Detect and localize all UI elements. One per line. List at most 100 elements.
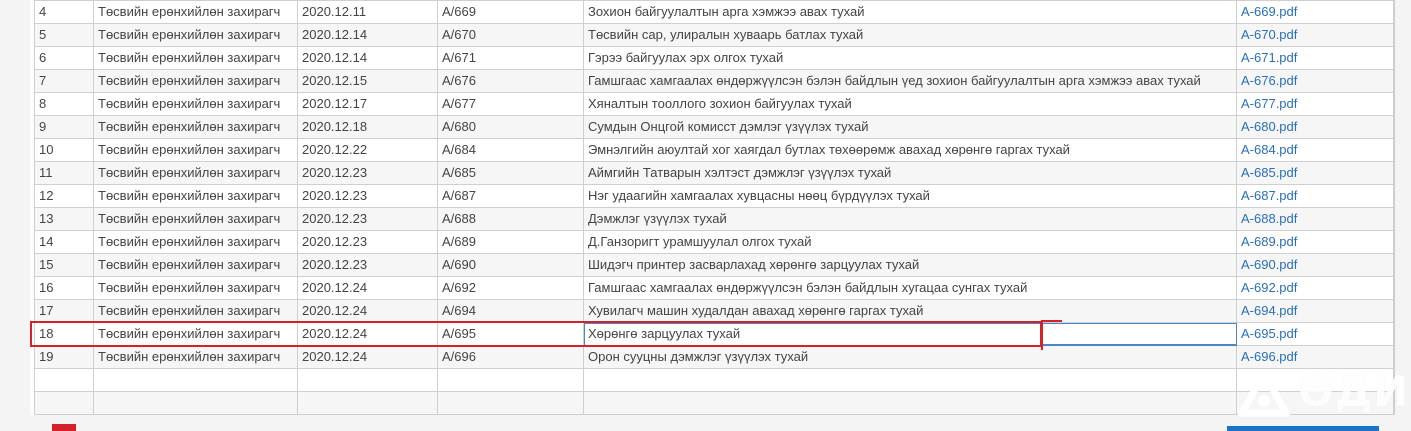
- file-link[interactable]: A-687.pdf: [1236, 184, 1394, 208]
- file-link[interactable]: A-692.pdf: [1236, 276, 1394, 300]
- empty-cell: [583, 368, 1237, 392]
- empty-cell: [297, 368, 438, 392]
- table-row[interactable]: 5 Төсвийн ерөнхийлөн захирагч 2020.12.14 А/…: [34, 23, 1394, 47]
- file-link[interactable]: A-695.pdf: [1236, 322, 1394, 346]
- file-link[interactable]: A-676.pdf: [1236, 69, 1394, 93]
- file-link[interactable]: A-690.pdf: [1236, 253, 1394, 277]
- order-code-cell: А/690: [437, 253, 584, 277]
- row-number-cell: 16: [34, 276, 94, 300]
- author-cell: Төсвийн ерөнхийлөн захирагч: [93, 69, 298, 93]
- author-cell: Төсвийн ерөнхийлөн захирагч: [93, 23, 298, 47]
- empty-row: [34, 391, 1394, 415]
- file-link[interactable]: A-677.pdf: [1236, 92, 1394, 116]
- title-cell[interactable]: Гамшгаас хамгаалах өндөржүүлсэн бэлэн ба…: [583, 276, 1237, 300]
- file-link[interactable]: A-684.pdf: [1236, 138, 1394, 162]
- table-row[interactable]: 11 Төсвийн ерөнхийлөн захирагч 2020.12.23 А…: [34, 161, 1394, 185]
- empty-cell: [34, 391, 94, 415]
- author-cell: Төсвийн ерөнхийлөн захирагч: [93, 161, 298, 185]
- table-row[interactable]: 14 Төсвийн ерөнхийлөн захирагч 2020.12.23 А…: [34, 230, 1394, 254]
- title-cell[interactable]: Хяналтын тооллого зохион байгуулах тухай: [583, 92, 1237, 116]
- author-cell: Төсвийн ерөнхийлөн захирагч: [93, 184, 298, 208]
- file-link[interactable]: A-688.pdf: [1236, 207, 1394, 231]
- order-code-cell: А/692: [437, 276, 584, 300]
- title-cell[interactable]: Эмнэлгийн аюултай хог хаягдал бутлах төх…: [583, 138, 1237, 162]
- date-cell: 2020.12.23: [297, 253, 438, 277]
- date-cell: 2020.12.24: [297, 322, 438, 346]
- order-code-cell: А/695: [437, 322, 584, 346]
- row-number-cell: 13: [34, 207, 94, 231]
- title-cell[interactable]: Гамшгаас хамгаалах өндөржүүлсэн бэлэн ба…: [583, 69, 1237, 93]
- title-cell[interactable]: Дэмжлэг үзүүлэх тухай: [583, 207, 1237, 231]
- highlight-annotation-tick: [1041, 320, 1043, 350]
- author-cell: Төсвийн ерөнхийлөн захирагч: [93, 207, 298, 231]
- title-cell[interactable]: Хувилагч машин худалдан авахад хөрөнгө г…: [583, 299, 1237, 323]
- empty-cell: [583, 391, 1237, 415]
- title-cell[interactable]: Сумдын Онцгой комисст дэмлэг үзүүлэх тух…: [583, 115, 1237, 139]
- order-code-cell: А/670: [437, 23, 584, 47]
- row-number-cell: 7: [34, 69, 94, 93]
- title-cell[interactable]: Зохион байгуулалтын арга хэмжээ авах тух…: [583, 0, 1237, 24]
- date-cell: 2020.12.23: [297, 161, 438, 185]
- author-cell: Төсвийн ерөнхийлөн захирагч: [93, 92, 298, 116]
- title-cell[interactable]: Аймгийн Татварын хэлтэст дэмжлэг үзүүлэх…: [583, 161, 1237, 185]
- empty-cell: [437, 368, 584, 392]
- file-link[interactable]: A-670.pdf: [1236, 23, 1394, 47]
- action-button[interactable]: [1227, 426, 1379, 431]
- row-number-cell: 18: [34, 322, 94, 346]
- row-number-cell: 17: [34, 299, 94, 323]
- date-cell: 2020.12.18: [297, 115, 438, 139]
- order-code-cell: А/677: [437, 92, 584, 116]
- empty-cell: [93, 368, 298, 392]
- author-cell: Төсвийн ерөнхийлөн захирагч: [93, 115, 298, 139]
- table-row[interactable]: 15 Төсвийн ерөнхийлөн захирагч 2020.12.23 А…: [34, 253, 1394, 277]
- date-cell: 2020.12.22: [297, 138, 438, 162]
- file-link[interactable]: A-680.pdf: [1236, 115, 1394, 139]
- date-cell: 2020.12.17: [297, 92, 438, 116]
- file-link[interactable]: A-694.pdf: [1236, 299, 1394, 323]
- author-cell: Төсвийн ерөнхийлөн захирагч: [93, 345, 298, 369]
- pdf-icon[interactable]: [52, 424, 76, 431]
- table-row[interactable]: 19 Төсвийн ерөнхийлөн захирагч 2020.12.24 А…: [34, 345, 1394, 369]
- title-cell[interactable]: Гэрээ байгуулах эрх олгох тухай: [583, 46, 1237, 70]
- title-cell[interactable]: Шидэгч принтер засварлахад хөрөнгө зарцу…: [583, 253, 1237, 277]
- title-cell[interactable]: Орон сууцны дэмжлэг үзүүлэх тухай: [583, 345, 1237, 369]
- table-row[interactable]: 10 Төсвийн ерөнхийлөн захирагч 2020.12.22 А…: [34, 138, 1394, 162]
- table-row[interactable]: 6 Төсвийн ерөнхийлөн захирагч 2020.12.14 А/…: [34, 46, 1394, 70]
- date-cell: 2020.12.14: [297, 46, 438, 70]
- watermark-logo-icon: [1238, 369, 1290, 417]
- table-row[interactable]: 12 Төсвийн ерөнхийлөн захирагч 2020.12.23 А…: [34, 184, 1394, 208]
- title-cell[interactable]: Төсвийн сар, улиралын хуваарь батлах тух…: [583, 23, 1237, 47]
- order-code-cell: А/680: [437, 115, 584, 139]
- author-cell: Төсвийн ерөнхийлөн захирагч: [93, 276, 298, 300]
- author-cell: Төсвийн ерөнхийлөн захирагч: [93, 138, 298, 162]
- empty-cell: [34, 368, 94, 392]
- date-cell: 2020.12.24: [297, 299, 438, 323]
- table-row[interactable]: 8 Төсвийн ерөнхийлөн захирагч 2020.12.17 А/…: [34, 92, 1394, 116]
- title-cell[interactable]: Д.Ганзоригт урамшуулал олгох тухай: [583, 230, 1237, 254]
- file-link[interactable]: A-685.pdf: [1236, 161, 1394, 185]
- row-number-cell: 4: [34, 0, 94, 24]
- order-code-cell: А/669: [437, 0, 584, 24]
- row-number-cell: 14: [34, 230, 94, 254]
- file-link[interactable]: A-689.pdf: [1236, 230, 1394, 254]
- table-row[interactable]: 4 Төсвийн ерөнхийлөн захирагч 2020.12.11 А/…: [34, 0, 1394, 24]
- row-number-cell: 12: [34, 184, 94, 208]
- watermark: ӨДИМ: [1238, 365, 1411, 425]
- author-cell: Төсвийн ерөнхийлөн захирагч: [93, 0, 298, 24]
- row-number-cell: 6: [34, 46, 94, 70]
- date-cell: 2020.12.11: [297, 0, 438, 24]
- file-link[interactable]: A-671.pdf: [1236, 46, 1394, 70]
- table-row[interactable]: 17 Төсвийн ерөнхийлөн захирагч 2020.12.24 А…: [34, 299, 1394, 323]
- title-cell[interactable]: Нэг удаагийн хамгаалах хувцасны нөөц бүр…: [583, 184, 1237, 208]
- date-cell: 2020.12.23: [297, 207, 438, 231]
- highlight-annotation-line: [1042, 320, 1062, 322]
- table-row[interactable]: 7 Төсвийн ерөнхийлөн захирагч 2020.12.15 А/…: [34, 69, 1394, 93]
- file-link[interactable]: A-669.pdf: [1236, 0, 1394, 24]
- table-row[interactable]: 13 Төсвийн ерөнхийлөн захирагч 2020.12.23 А…: [34, 207, 1394, 231]
- author-cell: Төсвийн ерөнхийлөн захирагч: [93, 299, 298, 323]
- date-cell: 2020.12.24: [297, 345, 438, 369]
- table-row[interactable]: 16 Төсвийн ерөнхийлөн захирагч 2020.12.24 А…: [34, 276, 1394, 300]
- order-code-cell: А/688: [437, 207, 584, 231]
- date-cell: 2020.12.14: [297, 23, 438, 47]
- table-row[interactable]: 9 Төсвийн ерөнхийлөн захирагч 2020.12.18 А/…: [34, 115, 1394, 139]
